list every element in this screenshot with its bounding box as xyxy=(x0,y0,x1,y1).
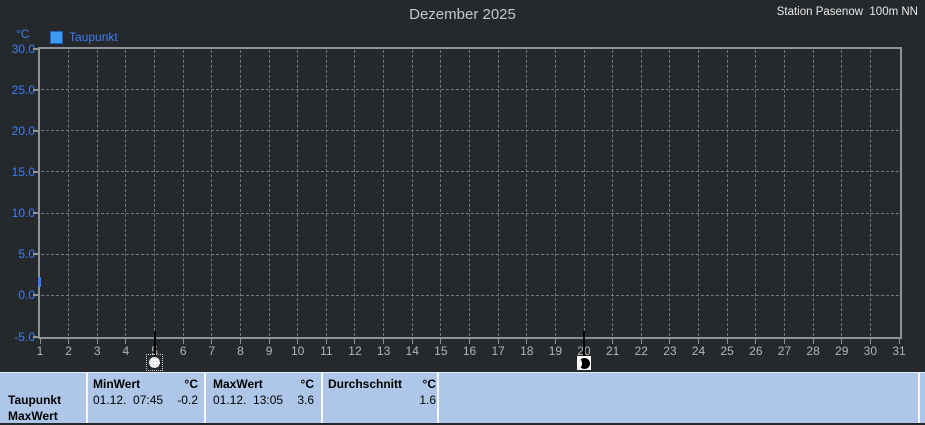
x-axis-tick xyxy=(841,339,843,344)
x-axis-tick xyxy=(812,339,814,344)
x-axis-tick xyxy=(898,339,900,344)
maxwert-value: 3.6 xyxy=(297,393,314,407)
y-axis-label: 30.0 xyxy=(11,41,35,56)
x-axis-tick xyxy=(354,339,356,344)
x-axis-label: 16 xyxy=(462,344,477,358)
x-axis-tick xyxy=(125,339,127,344)
x-axis-label: 12 xyxy=(348,344,362,358)
x-axis-label: 3 xyxy=(93,344,101,358)
x-axis-label: 30 xyxy=(863,344,878,358)
x-axis-tick xyxy=(869,339,871,344)
x-axis-tick xyxy=(68,339,70,344)
weather-chart-window: Dezember 2025 Station Pasenow 100m NN °C… xyxy=(0,0,925,425)
maxwert-unit: °C xyxy=(300,377,314,391)
x-axis-label: 23 xyxy=(663,344,677,358)
minwert-value: -0.2 xyxy=(177,393,198,407)
x-axis-label: 2 xyxy=(65,344,72,358)
y-axis-label: 0.0 xyxy=(18,288,35,303)
minwert-unit: °C xyxy=(184,377,198,391)
x-axis-tick xyxy=(383,339,385,344)
y-axis-label: 25.0 xyxy=(11,82,35,97)
x-axis-tick xyxy=(211,339,213,344)
durchschnitt-value: 1.6 xyxy=(419,393,436,407)
x-axis-label: 19 xyxy=(548,344,563,358)
x-axis-tick xyxy=(612,339,614,344)
x-axis-tick xyxy=(325,339,327,344)
full-moon-icon[interactable] xyxy=(145,354,163,371)
x-axis-label: 17 xyxy=(491,344,505,358)
new-moon-disc xyxy=(578,357,590,369)
x-axis-label: 6 xyxy=(179,344,187,358)
x-axis-label: 15 xyxy=(434,344,448,358)
x-axis-label: 27 xyxy=(777,344,792,358)
x-axis-label: 18 xyxy=(520,344,534,358)
x-axis-tick xyxy=(755,339,757,344)
moon-crescent-sliver xyxy=(578,358,582,368)
new-moon-icon[interactable] xyxy=(577,356,592,370)
station-label: Station Pasenow 100m NN xyxy=(776,6,918,18)
y-axis-label: 5.0 xyxy=(18,247,35,262)
x-axis-label: 21 xyxy=(605,344,620,358)
moon-marker-line xyxy=(153,331,156,356)
x-axis-label: 25 xyxy=(720,344,734,358)
table-divider xyxy=(86,373,88,424)
durchschnitt-unit: °C xyxy=(422,377,436,391)
taupunkt-swatch-icon xyxy=(50,30,63,44)
x-axis-tick xyxy=(698,339,700,344)
table-divider xyxy=(918,373,920,424)
stat-table: MinWert °C MaxWert °C Durchschnitt °C Ta… xyxy=(0,372,925,424)
x-axis-label: 26 xyxy=(749,344,763,358)
x-axis-tick xyxy=(239,339,241,344)
x-axis-tick xyxy=(411,339,413,344)
x-axis-tick xyxy=(440,339,442,344)
x-axis-tick xyxy=(783,339,785,344)
x-axis-label: 29 xyxy=(835,344,849,358)
x-axis-tick xyxy=(640,339,642,344)
x-axis-label: 28 xyxy=(806,344,820,358)
x-axis-label: 4 xyxy=(122,344,130,358)
y-axis-unit-label: °C xyxy=(16,27,30,41)
x-axis-label: 10 xyxy=(291,344,305,358)
x-axis-label: 24 xyxy=(691,344,706,358)
row-label-taupunkt: Taupunkt xyxy=(8,393,62,407)
moon-marker-line xyxy=(583,331,586,356)
x-axis-label: 11 xyxy=(320,344,333,358)
table-divider xyxy=(321,373,323,424)
row-label-maxwert: MaxWert xyxy=(8,409,58,423)
x-axis-label: 8 xyxy=(237,344,244,358)
x-axis-tick xyxy=(497,339,499,344)
x-axis-tick xyxy=(182,339,184,344)
x-axis-label: 9 xyxy=(265,344,273,358)
x-axis-tick xyxy=(526,339,528,344)
legend-series-label: Taupunkt xyxy=(69,30,118,44)
x-axis-tick xyxy=(669,339,671,344)
y-axis-label: 10.0 xyxy=(11,206,35,221)
x-axis-tick xyxy=(469,339,470,344)
x-axis-tick xyxy=(726,339,728,344)
table-divider xyxy=(437,373,439,424)
x-axis-tick xyxy=(39,339,41,344)
x-axis-label: 14 xyxy=(405,344,419,358)
x-axis-label: 22 xyxy=(634,344,648,358)
y-axis-label: 15.0 xyxy=(11,164,35,179)
x-axis-label: 1 xyxy=(36,344,44,358)
y-axis-label: -5.0 xyxy=(14,329,35,344)
table-divider xyxy=(204,373,206,424)
x-axis-tick xyxy=(96,339,98,344)
plot-area xyxy=(38,47,902,339)
y-axis-label: 20.0 xyxy=(11,123,35,138)
full-moon-disc xyxy=(148,357,160,368)
legend: Taupunkt xyxy=(50,30,118,44)
taupunkt-trace xyxy=(38,277,41,288)
x-axis-label: 13 xyxy=(376,344,391,358)
x-axis-label: 7 xyxy=(208,344,216,358)
x-axis-label: 31 xyxy=(892,344,906,358)
x-axis-tick xyxy=(297,339,299,344)
x-axis-tick xyxy=(268,339,270,344)
x-axis-tick xyxy=(554,339,556,344)
